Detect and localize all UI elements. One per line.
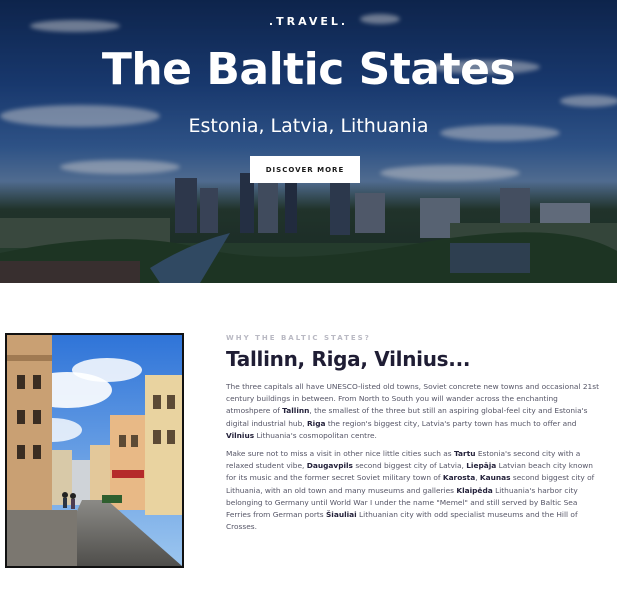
section-title: Tallinn, Riga, Vilnius... <box>226 347 471 371</box>
discover-more-button[interactable]: DISCOVER MORE <box>250 156 360 183</box>
paragraph-text: Make sure not to miss a visit in other n… <box>226 449 454 459</box>
paragraph-text: the region's biggest city, Latvia's part… <box>325 418 577 428</box>
paragraph-text: second biggest city of Latvia, <box>352 461 467 471</box>
city-name: Tallinn <box>282 406 310 416</box>
section-kicker: WHY THE BALTIC STATES? <box>226 334 371 342</box>
city-name: Šiauliai <box>325 510 357 520</box>
paragraph-text: Lithuania's cosmopolitan centre. <box>254 430 377 440</box>
intro-paragraph: The three capitals all have UNESCO-liste… <box>226 381 602 442</box>
city-name: Liepāja <box>466 461 497 471</box>
hero-subtitle: Estonia, Latvia, Lithuania <box>188 115 429 137</box>
city-name: Tartu <box>453 449 476 459</box>
city-name: Riga <box>306 418 326 428</box>
why-baltic-section: WHY THE BALTIC STATES? Tallinn, Riga, Vi… <box>226 333 602 533</box>
city-name: Klaipėda <box>456 485 493 495</box>
city-name: Karosta <box>442 473 476 483</box>
hero-banner: .TRAVEL. The Baltic States Estonia, Latv… <box>0 0 617 283</box>
vilnius-street-photo <box>5 333 184 568</box>
hero-eyebrow: .TRAVEL. <box>268 15 349 28</box>
city-name: Daugavpils <box>306 461 353 471</box>
cities-paragraph: Make sure not to miss a visit in other n… <box>226 448 602 533</box>
hero-title: The Baltic States <box>101 44 516 95</box>
street-photo-graphic <box>7 335 182 566</box>
city-name: Kaunas <box>479 473 511 483</box>
city-name: Vilnius <box>226 430 255 440</box>
